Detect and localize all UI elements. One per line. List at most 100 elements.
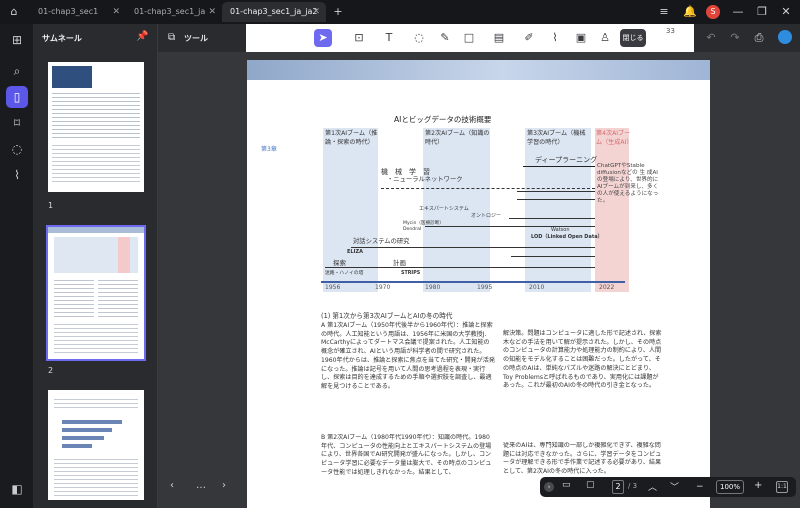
page-total: / 3 xyxy=(628,482,638,490)
annotation-toolbar: ⧉ ツール ➤ ⊡ T ◌ ✎ □ ▤ ✐ ⌇ ▣ ♙ ✍ 閉じる 33 ↶ ↷… xyxy=(158,24,800,52)
title-bar: ⌂ 01-chap3_sec1 ✕ 01-chap3_sec1_ja ✕ 01-… xyxy=(0,0,800,24)
panel-title: サムネール xyxy=(42,34,82,43)
page-thumbnail-1[interactable] xyxy=(48,62,144,192)
menu-icon[interactable]: ≡ xyxy=(656,4,672,20)
stamp-icon[interactable]: ♙ xyxy=(596,29,614,47)
fig-dl-label: ディープラーニング xyxy=(535,156,598,164)
fig-onto-label: オントロジー xyxy=(471,213,502,219)
bell-icon[interactable]: 🔔 xyxy=(682,4,698,20)
page-thumbnail-2[interactable] xyxy=(46,225,146,361)
tools-label[interactable]: ツール xyxy=(184,33,208,44)
down-arrow-icon[interactable]: ﹀ xyxy=(670,480,679,493)
timeline-axis xyxy=(321,281,625,283)
boom-label-3: 第3次AIブーム（機械学習の時代） xyxy=(527,130,586,146)
boom-label-4: 第4次AIブーム（生成AI） xyxy=(596,130,633,146)
minimize-icon[interactable]: — xyxy=(730,4,746,20)
year-label: 2010 xyxy=(529,284,545,291)
shape-tool-icon[interactable]: □ xyxy=(460,29,478,47)
page-navigation-bar: › ▭ ▢ 2 / 3 ︿ ﹀ − 100% + 1:1 xyxy=(540,477,796,497)
more-icon[interactable]: … xyxy=(196,480,206,491)
fig-gen-note: ChatGPTやStable diffusionなどの 生 成AIの登場により、… xyxy=(597,163,659,204)
zoom-in-icon[interactable]: + xyxy=(754,480,762,491)
comment-tool-icon[interactable]: ◌ xyxy=(410,29,428,47)
book-view-icon[interactable]: ▭ xyxy=(562,480,571,490)
pen-icon[interactable]: ✐ xyxy=(520,29,538,47)
year-label: 1980 xyxy=(425,284,441,291)
current-page-input[interactable]: 2 xyxy=(612,480,624,494)
chapter-tag: 第3章 xyxy=(261,146,277,153)
attachment-icon[interactable]: ⌇ xyxy=(6,164,28,186)
panel-toggle-icon[interactable]: ◧ xyxy=(6,478,28,500)
thumbnail-panel: サムネール 📌 1 2 xyxy=(34,24,158,508)
expand-icon[interactable]: › xyxy=(544,482,554,492)
tab-3[interactable]: 01-chap3_sec1_ja_ja2 ✕ xyxy=(222,2,326,22)
boom-band-4 xyxy=(595,128,629,292)
image-tool-icon[interactable]: ▣ xyxy=(572,29,590,47)
page-number: 2 xyxy=(48,366,54,375)
attach-tool-icon[interactable]: ⌇ xyxy=(546,29,564,47)
highlighter-icon[interactable]: ✎ xyxy=(436,29,454,47)
select-cursor-icon[interactable]: ➤ xyxy=(314,29,332,47)
fig-lod-label: LOD（Linked Open Data） xyxy=(531,234,603,240)
tab-1[interactable]: 01-chap3_sec1 ✕ xyxy=(30,2,126,22)
close-icon[interactable]: ✕ xyxy=(112,2,120,22)
boom-label-2: 第2次AIブーム（知識の時代） xyxy=(425,130,490,146)
fig-eliza-label: ELIZA xyxy=(347,249,363,255)
tab-2[interactable]: 01-chap3_sec1_ja ✕ xyxy=(126,2,222,22)
boom-label-1: 第1次AIブーム（推論・探索の時代） xyxy=(325,130,378,146)
fig-expert-label: エキスパートシステム xyxy=(419,206,469,212)
close-icon[interactable]: ✕ xyxy=(208,2,216,22)
save-icon[interactable]: ⎙ xyxy=(750,29,768,47)
year-label: 2022 xyxy=(599,284,615,291)
close-edit-button[interactable]: 閉じる xyxy=(620,29,646,47)
undo-icon[interactable]: ↶ xyxy=(702,29,720,47)
fig-hanoi-label: 迷路・ハノイの塔 xyxy=(325,271,364,276)
search-icon[interactable]: ⌕ xyxy=(6,60,28,82)
zoom-out-icon[interactable]: − xyxy=(696,482,704,492)
form-tool-icon[interactable]: ▤ xyxy=(490,29,508,47)
fit-page-icon[interactable]: 1:1 xyxy=(776,481,788,493)
close-window-icon[interactable]: ✕ xyxy=(778,4,794,20)
fig-dialog-label: 対話システムの研究 xyxy=(353,238,410,245)
fig-mycin-label: Mycin（医療診断）Dendral xyxy=(403,221,444,232)
paragraph-right: 解決策。問題はコンピュータに適した形で記述され、探索木などの手法を用いて解が提示… xyxy=(503,330,662,390)
edit-box-icon[interactable]: ⊡ xyxy=(350,29,368,47)
page-thumbnail-3[interactable] xyxy=(48,390,144,500)
pdf-page: 第3章 AIとビッグデータの技術概要 第1次AIブーム（推論・探索の時代） 第2… xyxy=(247,60,710,508)
tab-label: 01-chap3_sec1 xyxy=(38,7,99,16)
fig-strips-label: STRIPS xyxy=(401,271,421,276)
ai-assistant-icon[interactable] xyxy=(778,30,792,44)
document-viewport: 第3章 AIとビッグデータの技術概要 第1次AIブーム（推論・探索の時代） 第2… xyxy=(158,52,800,508)
page-hint: 33 xyxy=(666,27,675,35)
presentation-icon[interactable]: ▢ xyxy=(586,480,595,490)
avatar[interactable]: S xyxy=(706,5,720,19)
left-rail: ⊞ ⌕ ▯ ⌑ ◌ ⌇ ◧ xyxy=(0,24,34,508)
paragraph-left: A 第1次AIブーム（1950年代後半から1960年代）：推論と探索の時代。人工… xyxy=(321,322,495,390)
pages-icon[interactable]: ▯ xyxy=(6,86,28,108)
figure-title: AIとビッグデータの技術概要 xyxy=(394,115,492,124)
bookmark-icon[interactable]: ⌑ xyxy=(6,112,28,134)
maximize-icon[interactable]: ❐ xyxy=(754,4,770,20)
year-label: 1970 xyxy=(375,284,391,291)
text-tool-icon[interactable]: T xyxy=(380,29,398,47)
paragraph-left-2: B 第2次AIブーム（1980年代1990年代）：知識の時代。1980年代、コン… xyxy=(321,434,492,476)
fig-nn-label: ・ニューラルネットワーク xyxy=(387,176,463,183)
up-arrow-icon[interactable]: ︿ xyxy=(648,480,657,493)
year-label: 1956 xyxy=(325,284,341,291)
grid-icon[interactable]: ⊞ xyxy=(6,29,28,51)
pin-icon[interactable]: 📌 xyxy=(136,31,148,42)
page-header-band xyxy=(247,60,710,80)
home-icon[interactable]: ⌂ xyxy=(6,4,22,20)
page-number: 1 xyxy=(48,201,54,210)
tab-label: 01-chap3_sec1_ja_ja2 xyxy=(230,7,318,16)
section-heading: (1) 第1次から第3次AIブームとAIの冬の時代 xyxy=(321,312,453,320)
next-arrow-icon[interactable]: › xyxy=(222,480,226,491)
prev-arrow-icon[interactable]: ‹ xyxy=(170,480,174,491)
new-tab-icon[interactable]: + xyxy=(330,4,346,20)
redo-icon[interactable]: ↷ xyxy=(726,29,744,47)
comment-icon[interactable]: ◌ xyxy=(6,138,28,160)
close-icon[interactable]: ✕ xyxy=(312,2,320,22)
tools-icon[interactable]: ⧉ xyxy=(168,32,175,43)
year-label: 1995 xyxy=(477,284,493,291)
zoom-level[interactable]: 100% xyxy=(716,480,744,494)
